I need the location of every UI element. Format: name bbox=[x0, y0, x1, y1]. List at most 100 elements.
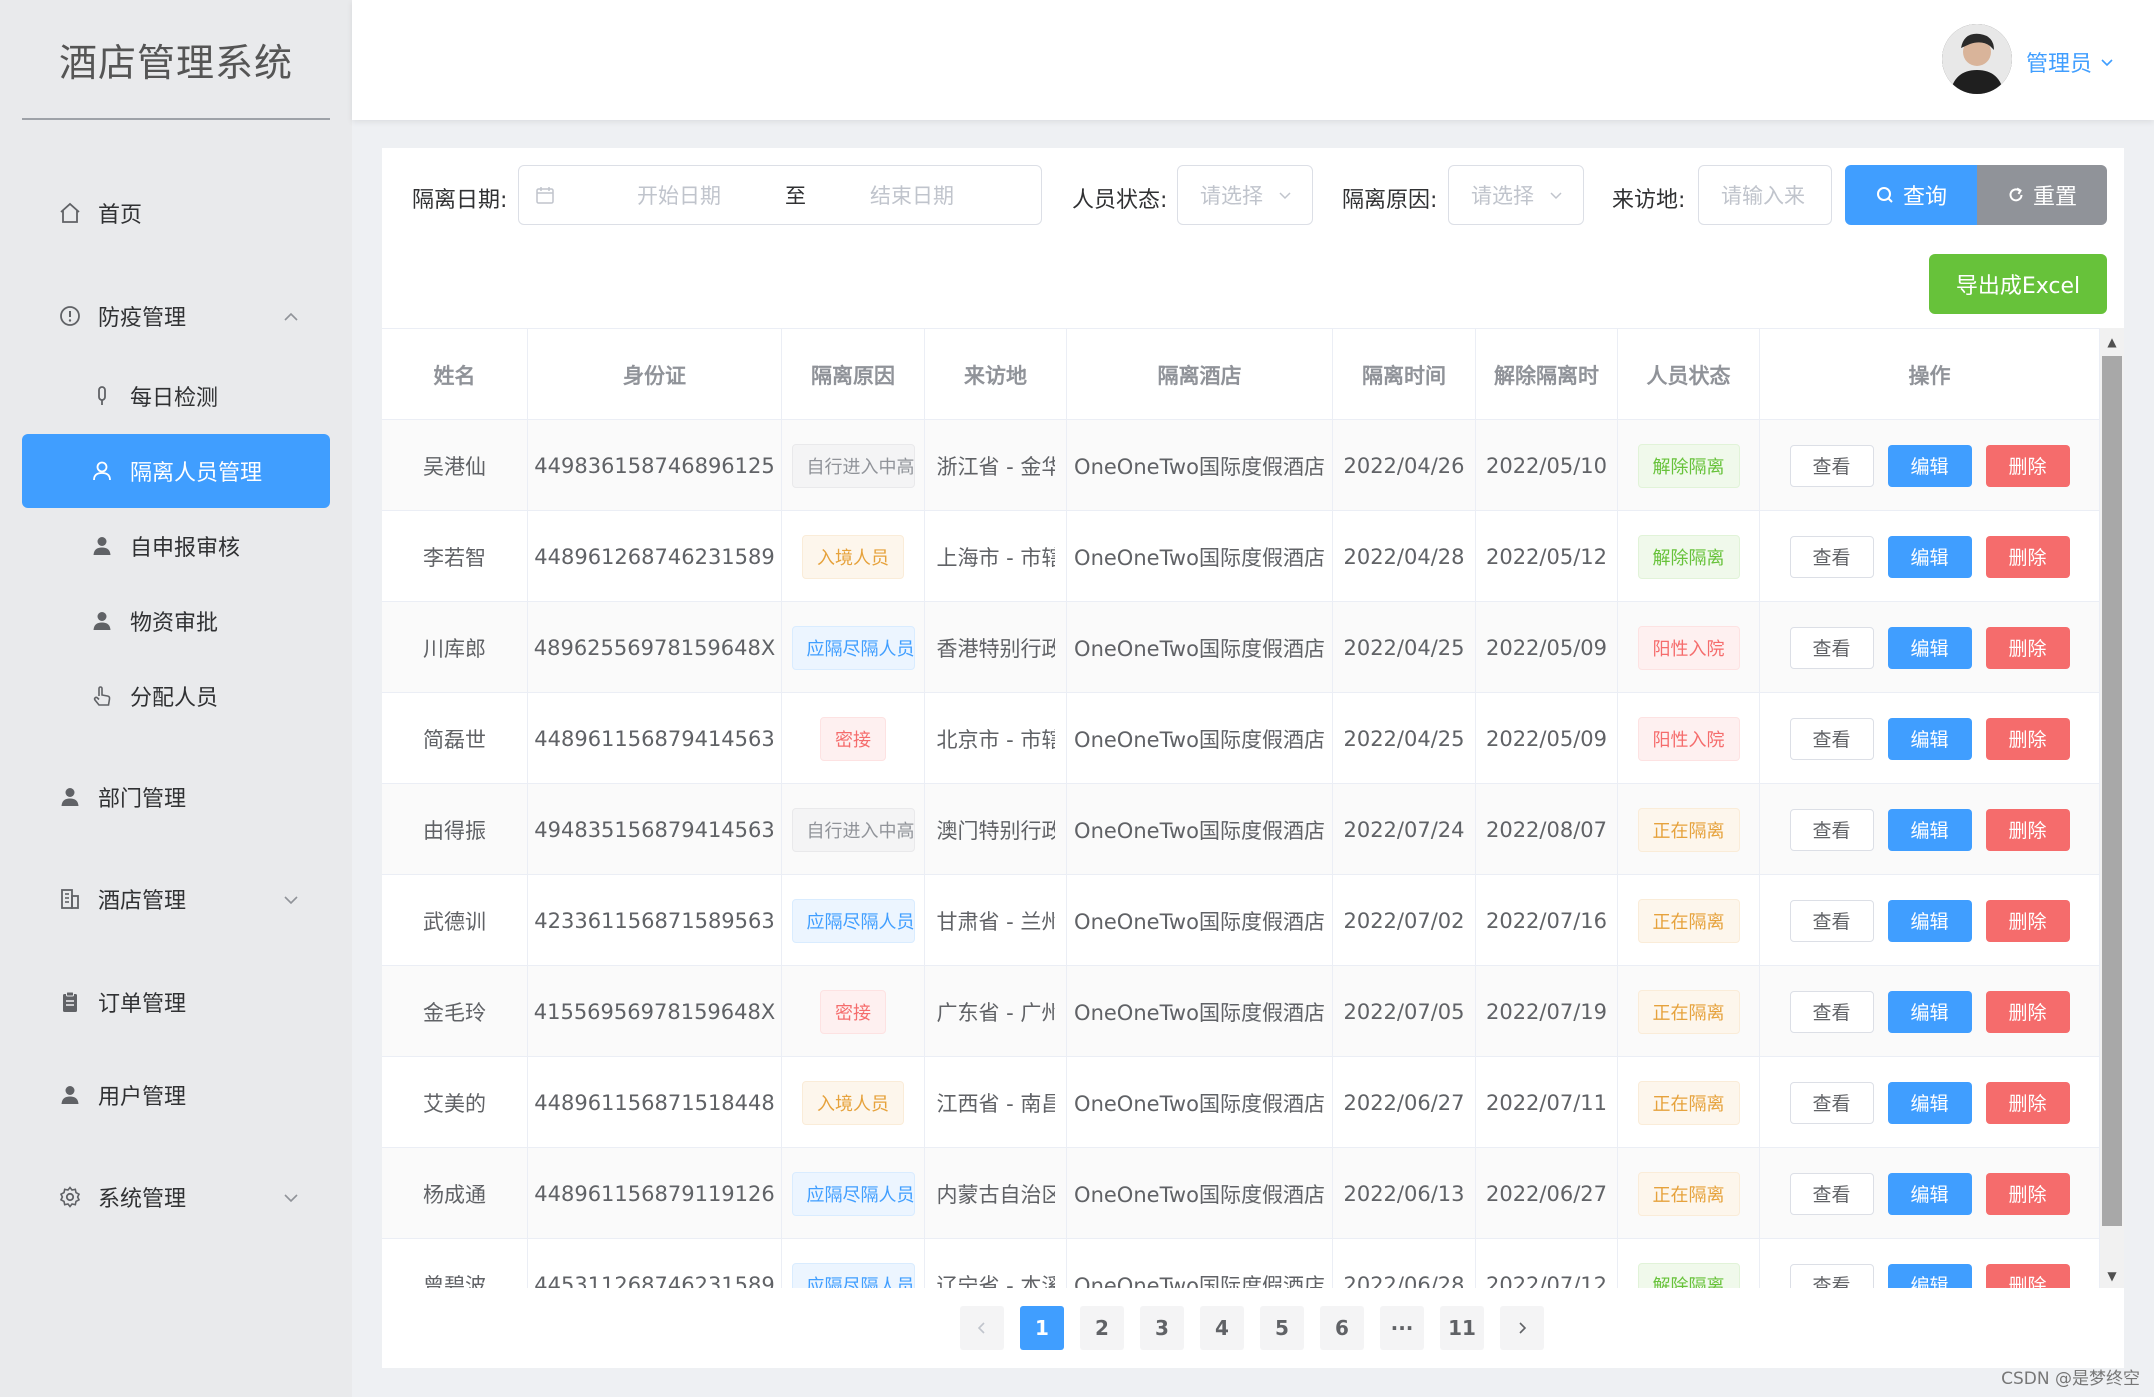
view-button[interactable]: 查看 bbox=[1789, 444, 1874, 487]
sidebar-item-8[interactable]: 酒店管理 bbox=[22, 862, 330, 936]
column-header: 来访地 bbox=[925, 329, 1067, 421]
view-button[interactable]: 查看 bbox=[1789, 535, 1874, 578]
cell-text: OneOneTwo国际度假酒店 bbox=[1074, 545, 1325, 570]
chevron-down-icon bbox=[1277, 187, 1293, 203]
sidebar-item-7[interactable]: 部门管理 bbox=[22, 760, 330, 834]
delete-button[interactable]: 删除 bbox=[1985, 444, 2070, 487]
sidebar-item-1[interactable]: 防疫管理 bbox=[22, 279, 330, 353]
cell-text: 内蒙古自治区 bbox=[936, 1182, 1055, 1207]
view-button[interactable]: 查看 bbox=[1789, 899, 1874, 942]
start-date-input[interactable]: 开始日期 bbox=[637, 180, 721, 210]
page-number[interactable]: 5 bbox=[1260, 1306, 1304, 1350]
page-number[interactable]: 3 bbox=[1140, 1306, 1184, 1350]
edit-button[interactable]: 编辑 bbox=[1887, 717, 1972, 760]
origin-input[interactable]: 请输入来 bbox=[1698, 165, 1832, 225]
cell-hotel: OneOneTwo国际度假酒店 bbox=[1067, 1148, 1333, 1239]
edit-button[interactable]: 编辑 bbox=[1887, 990, 1972, 1033]
sidebar-item-label: 物资审批 bbox=[130, 611, 219, 636]
cell-origin: 内蒙古自治区 bbox=[925, 1148, 1067, 1239]
delete-button[interactable]: 删除 bbox=[1985, 626, 2070, 669]
reason-tag: 应隔尽隔人员 bbox=[791, 625, 915, 670]
view-button[interactable]: 查看 bbox=[1789, 1263, 1874, 1288]
app-title: 酒店管理系统 bbox=[22, 0, 330, 120]
delete-button[interactable]: 删除 bbox=[1985, 1172, 2070, 1215]
edit-button[interactable]: 编辑 bbox=[1887, 899, 1972, 942]
page-number[interactable]: 4 bbox=[1200, 1306, 1244, 1350]
delete-button[interactable]: 删除 bbox=[1985, 899, 2070, 942]
edit-button[interactable]: 编辑 bbox=[1887, 1081, 1972, 1124]
cell-end: 2022/05/10 bbox=[1476, 420, 1618, 511]
user-menu[interactable]: 管理员 bbox=[2026, 46, 2114, 78]
edit-button[interactable]: 编辑 bbox=[1887, 626, 1972, 669]
sidebar-item-9[interactable]: 订单管理 bbox=[22, 965, 330, 1039]
sidebar-item-11[interactable]: 系统管理 bbox=[22, 1160, 330, 1234]
cell-text: 武德训 bbox=[423, 909, 486, 934]
cell-hotel: OneOneTwo国际度假酒店 bbox=[1067, 966, 1333, 1057]
cell-status: 正在隔离 bbox=[1618, 1148, 1760, 1239]
page-number[interactable]: 2 bbox=[1080, 1306, 1124, 1350]
scroll-up-arrow-icon[interactable]: ▲ bbox=[2100, 330, 2124, 354]
cell-text: 2022/04/26 bbox=[1343, 453, 1465, 478]
sidebar-item-4[interactable]: 自申报审核 bbox=[22, 509, 330, 583]
search-button[interactable]: 查询 bbox=[1845, 165, 1977, 225]
cell-origin: 江西省 - 南昌 bbox=[925, 1057, 1067, 1148]
cell-text: 李若智 bbox=[423, 545, 486, 570]
delete-button[interactable]: 删除 bbox=[1985, 1263, 2070, 1288]
home-icon bbox=[56, 199, 84, 227]
sidebar-item-6[interactable]: 分配人员 bbox=[22, 659, 330, 733]
view-button[interactable]: 查看 bbox=[1789, 717, 1874, 760]
date-range-picker[interactable]: 开始日期 至 结束日期 bbox=[518, 165, 1042, 225]
edit-button[interactable]: 编辑 bbox=[1887, 535, 1972, 578]
sidebar-item-10[interactable]: 用户管理 bbox=[22, 1058, 330, 1132]
sidebar-item-2[interactable]: 每日检测 bbox=[22, 359, 330, 433]
sidebar-item-5[interactable]: 物资审批 bbox=[22, 584, 330, 658]
delete-button[interactable]: 删除 bbox=[1985, 1081, 2070, 1124]
reset-button[interactable]: 重置 bbox=[1977, 165, 2107, 225]
prev-page-chevron-left-icon[interactable] bbox=[960, 1306, 1004, 1350]
edit-button[interactable]: 编辑 bbox=[1887, 808, 1972, 851]
reason-select[interactable]: 请选择 bbox=[1448, 165, 1584, 225]
view-button[interactable]: 查看 bbox=[1789, 808, 1874, 851]
search-icon bbox=[1875, 185, 1895, 205]
table-scroll-thumb[interactable] bbox=[2102, 356, 2122, 1226]
delete-button[interactable]: 删除 bbox=[1985, 990, 2070, 1033]
export-excel-button[interactable]: 导出成Excel bbox=[1929, 254, 2107, 314]
chevron-up-icon bbox=[282, 307, 300, 325]
table-row: 武德训 423361156871589563 应隔尽隔人员 甘肃省 - 兰州 OneOn… bbox=[382, 875, 2100, 966]
cell-status: 阳性入院 bbox=[1618, 693, 1760, 784]
scroll-down-arrow-icon[interactable]: ▼ bbox=[2100, 1264, 2124, 1288]
edit-button[interactable]: 编辑 bbox=[1887, 1172, 1972, 1215]
avatar[interactable] bbox=[1942, 24, 2012, 94]
delete-button[interactable]: 删除 bbox=[1985, 717, 2070, 760]
view-button[interactable]: 查看 bbox=[1789, 1172, 1874, 1215]
cell-status: 正在隔离 bbox=[1618, 1057, 1760, 1148]
sidebar-item-3[interactable]: 隔离人员管理 bbox=[22, 434, 330, 508]
cell-text: 香港特别行政区 bbox=[936, 636, 1055, 661]
sidebar-item-label: 自申报审核 bbox=[130, 536, 241, 561]
cell-reason: 自行进入中高风险地区 bbox=[782, 784, 925, 875]
cell-id: 48962556978159648X bbox=[528, 602, 782, 693]
cell-name: 吴港仙 bbox=[382, 420, 528, 511]
status-select[interactable]: 请选择 bbox=[1177, 165, 1313, 225]
delete-button[interactable]: 删除 bbox=[1985, 535, 2070, 578]
delete-button[interactable]: 删除 bbox=[1985, 808, 2070, 851]
page-number[interactable]: 6 bbox=[1320, 1306, 1364, 1350]
cell-actions: 查看 编辑 删除 bbox=[1760, 420, 2100, 511]
cell-hotel: OneOneTwo国际度假酒店 bbox=[1067, 511, 1333, 602]
thermometer-icon bbox=[88, 382, 116, 410]
page-number[interactable]: 11 bbox=[1440, 1306, 1484, 1350]
end-date-input[interactable]: 结束日期 bbox=[870, 180, 954, 210]
status-tag: 正在隔离 bbox=[1637, 989, 1740, 1034]
edit-button[interactable]: 编辑 bbox=[1887, 444, 1972, 487]
view-button[interactable]: 查看 bbox=[1789, 626, 1874, 669]
reason-tag: 入境人员 bbox=[802, 1080, 904, 1125]
edit-button[interactable]: 编辑 bbox=[1887, 1263, 1972, 1288]
quarantine-table: 姓名 身份证 隔离原因 来访地 隔离酒店 隔离时间 解除隔离时 人员状态 操作 吴港仙 44983… bbox=[382, 328, 2100, 1288]
next-page-chevron-right-icon[interactable] bbox=[1500, 1306, 1544, 1350]
page-number[interactable]: ··· bbox=[1380, 1306, 1424, 1350]
cell-id: 448961156879414563 bbox=[528, 693, 782, 784]
sidebar-item-0[interactable]: 首页 bbox=[22, 176, 330, 250]
page-number[interactable]: 1 bbox=[1020, 1306, 1064, 1350]
view-button[interactable]: 查看 bbox=[1789, 1081, 1874, 1124]
view-button[interactable]: 查看 bbox=[1789, 990, 1874, 1033]
